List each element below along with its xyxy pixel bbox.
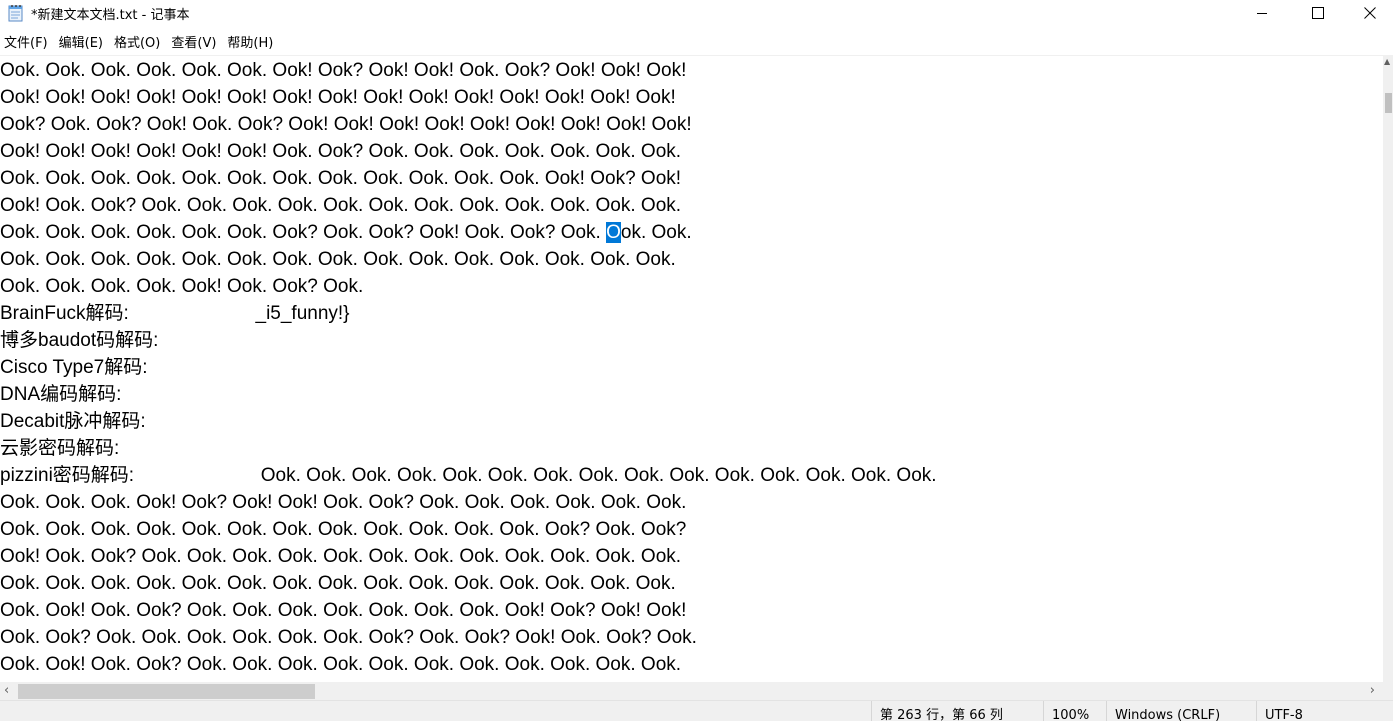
- editor-line: pizzini密码解码: Ook. Ook. Ook. Ook. Ook. Oo…: [0, 465, 937, 486]
- editor-line: Ook! Ook. Ook? Ook. Ook. Ook. Ook. Ook. …: [0, 546, 682, 567]
- horizontal-scroll-thumb[interactable]: [18, 684, 315, 699]
- menu-format[interactable]: 格式(O): [110, 32, 167, 51]
- minimize-button[interactable]: [1239, 0, 1285, 26]
- editor-line: Ook. Ook! Ook. Ook? Ook. Ook. Ook. Ook. …: [0, 654, 682, 675]
- editor-line: Ook. Ook. Ook. Ook. Ook! Ook. Ook? Ook.: [0, 276, 364, 297]
- editor-line: Ook. Ook. Ook. Ook. Ook. Ook. Ook! Ook? …: [0, 60, 687, 81]
- minimize-icon: [1256, 7, 1268, 19]
- window-title: *新建文本文档.txt - 记事本: [31, 8, 190, 23]
- editor-line: 博多baudot码解码:: [0, 330, 159, 351]
- menu-view[interactable]: 查看(V): [167, 32, 223, 51]
- editor-line-with-selection: Ook. Ook. Ook. Ook. Ook. Ook. Ook? Ook. …: [0, 219, 692, 246]
- horizontal-scrollbar[interactable]: ‹ ›: [0, 682, 1383, 700]
- scrollbar-corner: [1383, 682, 1393, 700]
- text-after-selection: ok. Ook.: [620, 222, 692, 243]
- menu-help[interactable]: 帮助(H): [223, 32, 280, 51]
- editor-line: Ook. Ook. Ook. Ook! Ook? Ook! Ook! Ook. …: [0, 492, 687, 513]
- close-button[interactable]: [1347, 0, 1393, 26]
- vertical-scrollbar[interactable]: ▲: [1383, 55, 1393, 682]
- text-editor[interactable]: Ook. Ook. Ook. Ook. Ook. Ook. Ook! Ook? …: [0, 55, 1383, 683]
- editor-line: Ook. Ook? Ook. Ook. Ook. Ook. Ook. Ook. …: [0, 627, 697, 648]
- editor-line: Cisco Type7解码:: [0, 357, 148, 378]
- menu-bar: 文件(F) 编辑(E) 格式(O) 查看(V) 帮助(H): [0, 30, 280, 52]
- editor-line: Ook. Ook. Ook. Ook. Ook. Ook. Ook. Ook. …: [0, 168, 682, 189]
- scroll-left-arrow-icon[interactable]: ‹: [4, 683, 9, 698]
- selected-text: O: [606, 222, 621, 243]
- menu-file[interactable]: 文件(F): [0, 32, 55, 51]
- encoding: UTF-8: [1256, 701, 1385, 721]
- editor-line: 云影密码解码:: [0, 438, 120, 459]
- editor-line: Ook? Ook. Ook? Ook! Ook. Ook? Ook! Ook! …: [0, 114, 692, 135]
- notepad-icon: [8, 4, 24, 22]
- editor-line: Decabit脉冲解码:: [0, 411, 146, 432]
- title-bar: *新建文本文档.txt - 记事本: [0, 0, 1393, 28]
- editor-line: Ook. Ook. Ook. Ook. Ook. Ook. Ook. Ook. …: [0, 519, 687, 540]
- cursor-position: 第 263 行，第 66 列: [871, 701, 1040, 721]
- editor-line: Ook! Ook! Ook! Ook! Ook! Ook! Ook. Ook? …: [0, 141, 682, 162]
- menu-edit[interactable]: 编辑(E): [55, 32, 110, 51]
- close-icon: [1364, 7, 1376, 19]
- editor-line: Ook! Ook. Ook? Ook. Ook. Ook. Ook. Ook. …: [0, 195, 682, 216]
- text-before-selection: Ook. Ook. Ook. Ook. Ook. Ook. Ook? Ook. …: [0, 222, 607, 243]
- editor-line: BrainFuck解码: _i5_funny!}: [0, 303, 350, 324]
- editor-line: Ook! Ook! Ook! Ook! Ook! Ook! Ook! Ook! …: [0, 87, 676, 108]
- scroll-right-arrow-icon[interactable]: ›: [1370, 683, 1375, 698]
- line-ending: Windows (CRLF): [1106, 701, 1255, 721]
- zoom-level: 100%: [1043, 701, 1107, 721]
- status-bar: 第 263 行，第 66 列 100% Windows (CRLF) UTF-8: [0, 700, 1393, 721]
- scroll-up-arrow-icon[interactable]: ▲: [1384, 57, 1390, 66]
- maximize-icon: [1312, 7, 1324, 19]
- editor-line: DNA编码解码:: [0, 384, 122, 405]
- editor-line: Ook. Ook. Ook. Ook. Ook. Ook. Ook. Ook. …: [0, 573, 676, 594]
- vertical-scroll-thumb[interactable]: [1385, 93, 1392, 113]
- maximize-button[interactable]: [1295, 0, 1341, 26]
- notepad-window: *新建文本文档.txt - 记事本 文件(F) 编辑(E) 格式(O) 查看(V…: [0, 0, 1393, 721]
- editor-line: Ook. Ook. Ook. Ook. Ook. Ook. Ook. Ook. …: [0, 249, 676, 270]
- editor-line: Ook. Ook! Ook. Ook? Ook. Ook. Ook. Ook. …: [0, 600, 687, 621]
